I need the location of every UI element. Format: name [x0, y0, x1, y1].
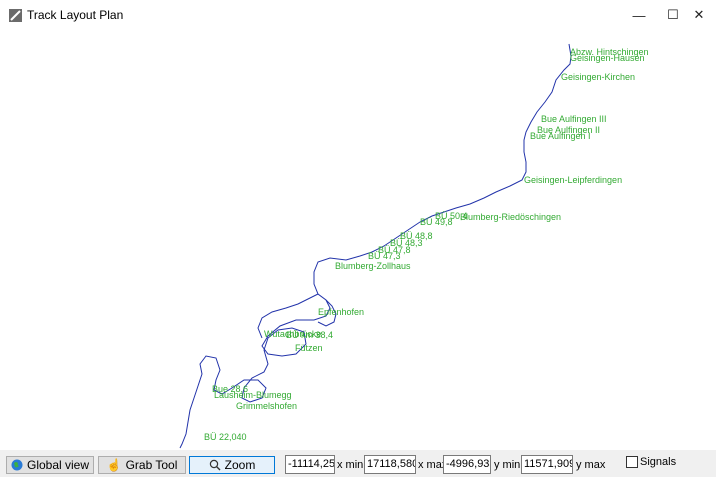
window-title: Track Layout Plan [27, 8, 124, 22]
zoom-button[interactable]: Zoom [189, 456, 275, 474]
x-min-input[interactable]: -11114,2500 [285, 455, 335, 474]
x-max-input[interactable]: 17118,5801 [364, 455, 416, 474]
globe-icon [11, 459, 23, 471]
grab-tool-button[interactable]: ☝ Grab Tool [98, 456, 186, 474]
station-label: BÜ 22,040 [204, 432, 247, 442]
global-view-button[interactable]: Global view [6, 456, 94, 474]
station-label: Blumberg-Zollhaus [335, 261, 411, 271]
hand-icon: ☝ [106, 458, 122, 472]
y-max-label: y max [576, 459, 606, 471]
station-label: BÜ 47,3 [368, 251, 401, 261]
station-label: Geisingen-Kirchen [561, 72, 635, 82]
station-label: Lausheim-Blumegg [214, 390, 292, 400]
grab-tool-label: Grab Tool [125, 458, 178, 472]
station-label: Blumberg-Riedöschingen [460, 212, 561, 222]
station-label: BÜ 49,8 [420, 217, 453, 227]
bottom-toolbar: Global view ☝ Grab Tool Zoom -11114,2500… [0, 450, 716, 477]
close-button[interactable]: ✕ [682, 0, 716, 30]
station-label: Grimmelshofen [236, 401, 297, 411]
track-layout-canvas[interactable]: Abzw. Hintschingen Geisingen-Hausen Geis… [0, 30, 716, 450]
signals-label[interactable]: Signals [640, 456, 676, 468]
y-min-input[interactable]: -4996,9336 [443, 455, 491, 474]
x-min-label: x min [337, 459, 364, 471]
station-label: Epfenhofen [318, 307, 364, 317]
station-label: Bue Aulfingen III [541, 114, 607, 124]
station-label: Bue Aulfingen I [530, 131, 591, 141]
station-label: Geisingen-Hausen [570, 53, 645, 63]
signals-checkbox[interactable] [626, 456, 638, 468]
zoom-label: Zoom [224, 458, 256, 472]
station-label: BÜ km 38,4 [286, 330, 333, 340]
global-view-label: Global view [26, 458, 90, 472]
y-max-input[interactable]: 11571,9092 [521, 455, 573, 474]
station-label: Geisingen-Leipferdingen [524, 175, 622, 185]
y-min-label: y min [494, 459, 521, 471]
magnifier-icon [209, 459, 221, 471]
track-plan-icon [9, 9, 22, 22]
station-label: Fützen [295, 343, 323, 353]
title-bar: Track Layout Plan — ☐ ✕ [0, 0, 716, 30]
